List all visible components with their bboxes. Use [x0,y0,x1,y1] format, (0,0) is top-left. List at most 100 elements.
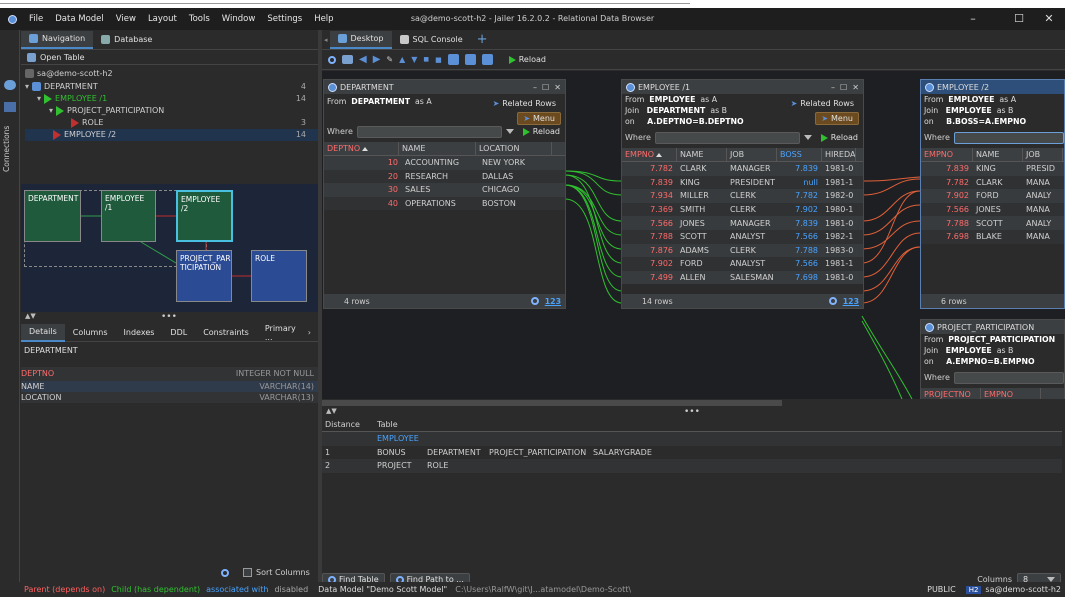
count-link[interactable]: 123 [843,297,859,306]
size-2-icon[interactable] [464,54,476,65]
col-header[interactable]: PROJECTNO [921,387,981,399]
collapse-icon[interactable]: ▲▼ [25,312,36,320]
table-row[interactable]: 20 RESEARCH DALLAS [324,169,565,184]
count-link[interactable]: 123 [545,297,561,306]
col-header[interactable]: JOB [727,147,777,162]
dot-small-icon[interactable]: ■ [423,56,429,63]
table-row[interactable]: 7.566 JONES MANA [921,202,1064,217]
table-row[interactable]: 7.934 MILLER CLERK 7.782 1982-0 [622,189,863,203]
minimize-icon[interactable]: – [958,10,988,28]
tab-navigation[interactable]: Navigation [21,30,94,49]
distance-row[interactable]: EMPLOYEE [322,432,1062,446]
col-header[interactable]: NAME [677,147,727,162]
tab-ddl[interactable]: DDL [162,324,195,342]
diagram-node-project-participation[interactable]: PROJECT_PAR TICIPATION [176,250,232,302]
splitter[interactable]: ▲▼ ••• [21,312,318,324]
related-rows-button[interactable]: ➤ Related Rows [488,97,561,110]
diagram-node-employee-1[interactable]: EMPLOYEE /1 [101,190,156,242]
overview-diagram[interactable]: DEPARTMENT EMPLOYEE /1 EMPLOYEE /2 PROJE… [21,184,318,312]
dot-medium-icon[interactable]: ■ [435,56,442,64]
down-icon[interactable]: ▼ [411,55,417,64]
connections-label[interactable]: Connections [2,122,18,172]
tab-primary[interactable]: Primary ... [257,324,304,342]
menu-data-model[interactable]: Data Model [49,14,110,24]
sort-columns-checkbox[interactable] [243,568,252,577]
eye-icon[interactable] [4,80,16,90]
col-header[interactable]: DEPTNO [324,141,399,156]
col-header[interactable]: Distance [322,418,374,432]
window-titlebar[interactable]: DEPARTMENT – ☐ ✕ [324,80,565,94]
col-header[interactable]: NAME [973,147,1023,162]
sort-columns-control[interactable]: Sort Columns [221,568,310,577]
table-row[interactable]: 7.876 ADAMS CLERK 7.788 1983-0 [622,243,863,258]
menu-help[interactable]: Help [308,14,339,24]
h-scrollbar[interactable] [322,399,1065,407]
col-header[interactable]: EMPNO [622,147,677,162]
tree-item-role[interactable]: ROLE 3 [25,117,318,129]
where-input[interactable] [356,125,502,138]
back-icon[interactable]: ◀ [359,54,367,65]
distance-row[interactable]: 1 BONUS DEPARTMENT PROJECT_PARTICIPATION… [322,445,1062,460]
table-row[interactable]: 7.782 CLARK MANAGER 7.839 1981-0 [622,162,863,176]
open-table-button[interactable]: Open Table [21,50,318,65]
col-header[interactable]: JOB [1023,147,1063,162]
tree-item-employee-2[interactable]: EMPLOYEE /2 14 [25,128,318,141]
diagram-node-employee-2[interactable]: EMPLOYEE /2 [176,190,233,242]
table-row[interactable]: 30 SALES CHICAGO [324,183,565,197]
menu-window[interactable]: Window [216,14,262,24]
table-row[interactable]: 7.902 FORD ANALYST 7.566 1981-1 [622,257,863,271]
tree-item-project-participation[interactable]: ▾ PROJECT_PARTICIPATION [25,105,318,117]
col-header[interactable]: EMPNO [981,387,1041,399]
scrollbar-thumb[interactable] [322,400,782,406]
table-row[interactable]: 7.499 ALLEN SALESMAN 7.698 1981-0 [622,270,863,285]
window-titlebar[interactable]: EMPLOYEE /2 [921,80,1064,94]
col-header[interactable]: HIREDA [822,147,856,162]
menu-button[interactable]: ➤ Menu [815,112,859,125]
table-row[interactable]: 40 OPERATIONS BOSTON [324,196,565,211]
table-row[interactable]: 7.782 CLARK MANA [921,175,1064,190]
table-row[interactable]: 7.788 SCOTT ANALY [921,216,1064,230]
where-dropdown-icon[interactable] [803,135,812,140]
col-header[interactable]: Table [374,418,398,432]
collapse-left-icon[interactable]: ◂ [324,36,328,44]
table-row[interactable]: 7.839 KING PRESIDENT null 1981-1 [622,175,863,190]
reload-button[interactable]: Reload [816,131,863,144]
up-icon[interactable]: ▲ [399,55,405,64]
layout-icon[interactable] [342,55,353,64]
menu-tools[interactable]: Tools [183,14,216,24]
distance-row[interactable]: 2 PROJECT ROLE [322,459,1062,473]
zoom-icon[interactable] [328,55,336,64]
tab-database[interactable]: Database [93,31,160,49]
where-input[interactable] [953,131,1064,144]
window-titlebar[interactable]: EMPLOYEE /1– ☐ ✕ [622,80,863,94]
menu-view[interactable]: View [110,14,142,24]
table-row[interactable]: 7.698 BLAKE MANA [921,229,1064,244]
eraser-icon[interactable]: ✎ [386,55,393,64]
tree-item-employee-1[interactable]: ▾ EMPLOYEE /1 14 [25,93,318,105]
col-header[interactable]: BOSS [777,147,822,162]
reload-button[interactable]: Reload [508,55,546,64]
forward-icon[interactable]: ▶ [373,54,381,65]
where-dropdown-icon[interactable] [505,129,514,134]
table-row[interactable]: 7.369 SMITH CLERK 7.902 1980-1 [622,202,863,217]
tab-sql-console[interactable]: SQL Console [392,31,471,49]
table-row[interactable]: 7.902 FORD ANALY [921,189,1064,203]
diagram-node-role[interactable]: ROLE [251,250,307,302]
tab-details[interactable]: Details [21,323,65,342]
maximize-icon[interactable]: ☐ [1004,10,1034,28]
related-rows-button[interactable]: ➤ Related Rows [786,97,859,110]
tab-columns[interactable]: Columns [65,324,116,342]
tab-desktop[interactable]: Desktop [329,30,392,49]
search-icon[interactable] [221,568,229,577]
chevron-right-icon[interactable]: › [308,328,311,337]
tab-indexes[interactable]: Indexes [116,324,163,342]
collapse-icon[interactable]: ▲▼ [326,407,337,415]
window-titlebar[interactable]: PROJECT_PARTICIPATION [921,320,1064,334]
reload-button[interactable]: Reload [518,125,565,138]
size-3-icon[interactable] [481,54,493,65]
drag-handle-icon[interactable]: ••• [161,312,177,322]
add-tab-icon[interactable]: + [477,32,488,47]
table-row[interactable]: 7.839 KING PRESID [921,162,1064,176]
tree-root[interactable]: sa@demo-scott-h2 [25,67,318,81]
where-input[interactable] [953,371,1064,384]
